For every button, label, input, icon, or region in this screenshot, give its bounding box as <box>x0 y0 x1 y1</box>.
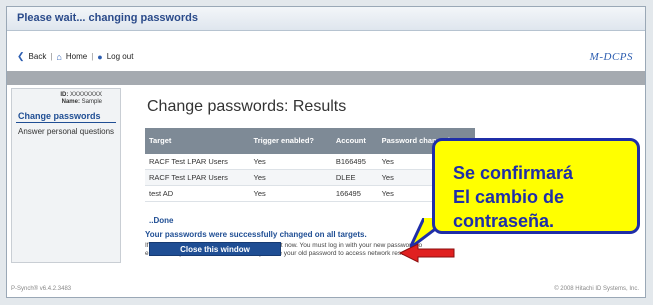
window-title: Please wait... changing passwords <box>17 12 198 24</box>
success-message: Your passwords were successfully changed… <box>145 230 367 239</box>
cell-target: RACF Test LPAR Users <box>145 154 250 170</box>
user-id: ID: XXXXXXXX Name: Sample <box>12 92 120 106</box>
id-label: ID: <box>60 92 69 98</box>
callout-line-1: Se confirmará <box>453 163 574 183</box>
sidebar: ID: XXXXXXXX Name: Sample Change passwor… <box>11 88 121 263</box>
callout-bubble: Se confirmará El cambio de contraseña. <box>432 138 640 234</box>
cell-target: RACF Test LPAR Users <box>145 169 250 186</box>
home-link[interactable]: Home <box>66 52 87 61</box>
close-window-button[interactable]: Close this window <box>149 242 281 256</box>
version-text: P-Synch® v6.4.2.3483 <box>11 286 72 292</box>
table-row: RACF Test LPAR Users Yes DLEE Yes <box>145 169 475 186</box>
back-arrow-icon[interactable]: ❮ <box>17 51 25 62</box>
name-value: Sample <box>81 99 102 105</box>
annotation-callout: Se confirmará El cambio de contraseña. <box>432 138 640 234</box>
table-header-row: Target Trigger enabled? Account Password… <box>145 128 475 154</box>
cell-trigger: Yes <box>249 169 332 186</box>
cell-account: DLEE <box>331 169 378 186</box>
sidebar-item-answer-questions[interactable]: Answer personal questions <box>18 127 116 137</box>
name-label: Name: <box>61 99 80 105</box>
back-link[interactable]: Back <box>29 52 47 61</box>
col-trigger: Trigger enabled? <box>249 128 332 154</box>
cell-trigger: Yes <box>249 154 332 170</box>
cell-target: test AD <box>145 185 250 202</box>
logout-link[interactable]: Log out <box>107 52 134 61</box>
nav-toolbar: ❮ Back | ⌂ Home | ● Log out M-DCPS <box>7 45 645 71</box>
footer: P-Synch® v6.4.2.3483 © 2008 Hitachi ID S… <box>7 283 645 297</box>
id-value: XXXXXXXX <box>69 92 102 98</box>
done-status: ..Done <box>149 216 174 225</box>
cell-account: 166495 <box>331 185 378 202</box>
red-arrow-icon <box>398 243 455 263</box>
cell-trigger: Yes <box>249 185 332 202</box>
user-icon[interactable]: ● <box>97 52 102 62</box>
header-band <box>7 71 645 85</box>
nav-separator: | <box>91 52 94 61</box>
col-target: Target <box>145 128 250 154</box>
copyright-text: © 2008 Hitachi ID Systems, Inc. <box>554 286 639 292</box>
results-table: Target Trigger enabled? Account Password… <box>145 128 475 202</box>
col-account: Account <box>331 128 378 154</box>
callout-line-2: El cambio de <box>453 187 565 207</box>
sidebar-item-change-passwords[interactable]: Change passwords <box>16 111 116 123</box>
cell-account: B166495 <box>331 154 378 170</box>
brand-logo: M-DCPS <box>589 51 633 63</box>
nav-separator: | <box>50 52 53 61</box>
title-bar: Please wait... changing passwords <box>7 7 645 31</box>
table-row: RACF Test LPAR Users Yes B166495 Yes <box>145 154 475 170</box>
table-row: test AD Yes 166495 Yes <box>145 185 475 202</box>
page-title: Change passwords: Results <box>147 98 347 115</box>
callout-line-3: contraseña. <box>453 211 555 231</box>
nav-links: ❮ Back | ⌂ Home | ● Log out <box>17 51 133 62</box>
home-icon[interactable]: ⌂ <box>56 52 61 62</box>
callout-text: Se confirmará El cambio de contraseña. <box>453 161 573 233</box>
